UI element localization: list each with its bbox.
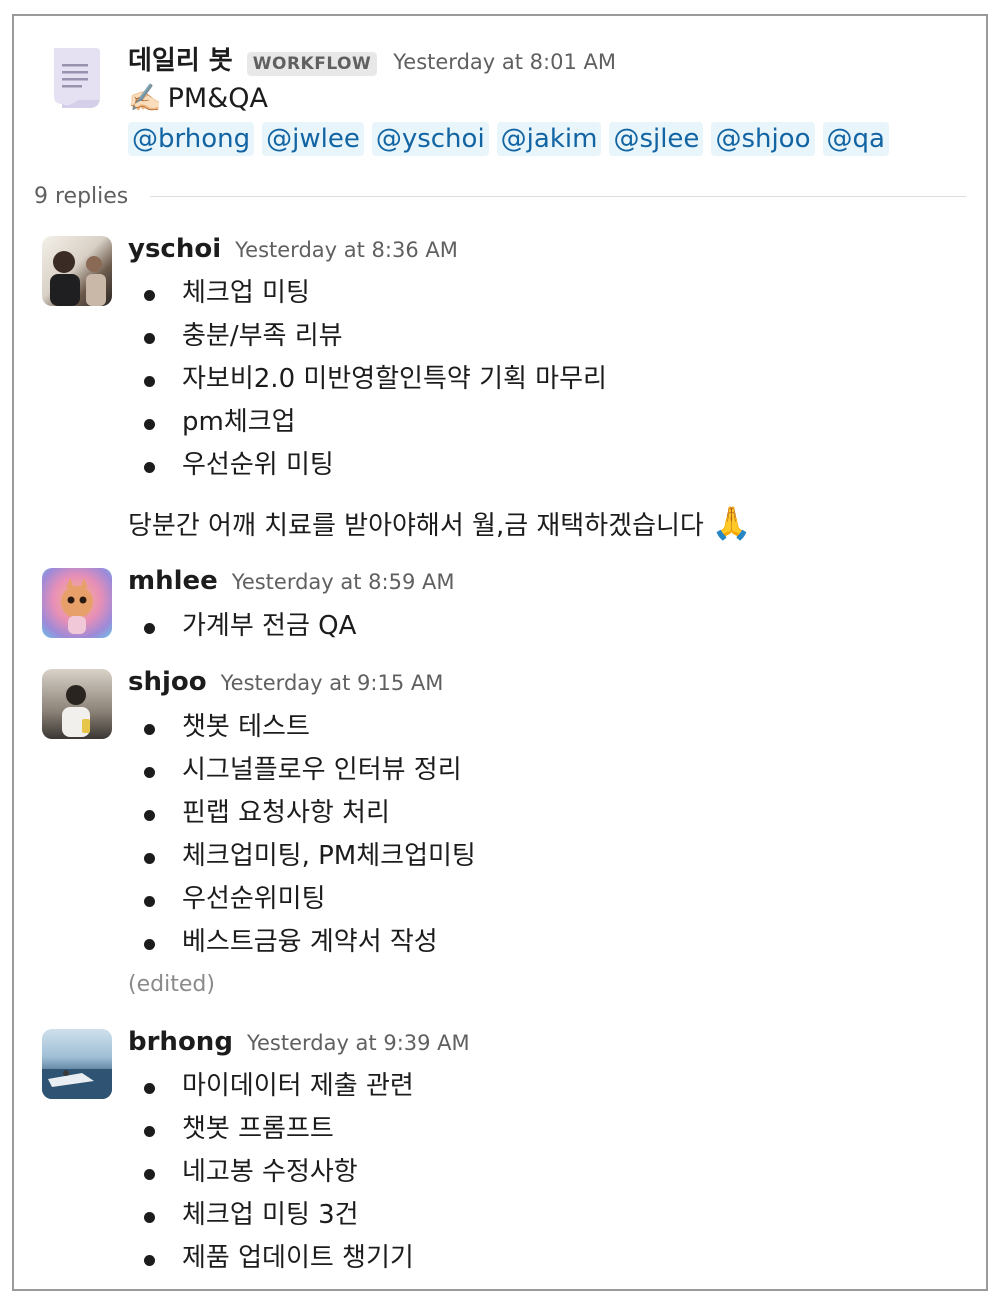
list-item: 핀랩 요청사항 처리 <box>128 792 476 835</box>
list-item: 우선순위 미팅 <box>128 444 607 487</box>
title-text: PM&QA <box>167 82 268 114</box>
list-item: pm체크업 <box>128 401 607 444</box>
list-item: 시그널플로우 인터뷰 정리 <box>128 749 476 792</box>
timestamp[interactable]: Yesterday at 8:59 AM <box>232 570 455 594</box>
mention-qa[interactable]: @qa <box>822 122 889 156</box>
document-icon <box>48 44 104 110</box>
task-list: 마이데이터 제출 관련 챗봇 프롬프트 네고봉 수정사항 체크업 미팅 3건 제… <box>128 1065 414 1280</box>
replies-divider: 9 replies <box>34 184 966 209</box>
list-item: 우선순위미팅 <box>128 878 476 921</box>
writing-hand-icon: ✍🏻 <box>128 83 162 114</box>
avatar[interactable] <box>42 236 112 306</box>
timestamp[interactable]: Yesterday at 8:36 AM <box>235 238 458 262</box>
mention-brhong[interactable]: @brhong <box>128 122 255 156</box>
divider-line <box>150 196 966 197</box>
task-list: 챗봇 테스트 시그널플로우 인터뷰 정리 핀랩 요청사항 처리 체크업미팅, P… <box>128 706 476 964</box>
list-item: 제품 업데이트 챙기기 <box>128 1237 414 1280</box>
avatar[interactable] <box>42 669 112 739</box>
mention-sjlee[interactable]: @sjlee <box>609 122 704 156</box>
mention-jwlee[interactable]: @jwlee <box>262 122 364 156</box>
mention-yschoi[interactable]: @yschoi <box>371 122 489 156</box>
mention-jakim[interactable]: @jakim <box>496 122 602 156</box>
list-item: 네고봉 수정사항 <box>128 1151 414 1194</box>
user-name[interactable]: brhong <box>128 1027 233 1057</box>
list-item: 자보비2.0 미반영할인특약 기획 마무리 <box>128 358 607 401</box>
timestamp[interactable]: Yesterday at 9:15 AM <box>221 671 444 695</box>
list-item: 챗봇 테스트 <box>128 706 476 749</box>
timestamp[interactable]: Yesterday at 8:01 AM <box>393 50 616 74</box>
list-item: 베스트금융 계약서 작성 <box>128 921 476 964</box>
replies-count: 9 replies <box>34 184 129 209</box>
mention-list: @brhong @jwlee @yschoi @jakim @sjlee @sh… <box>128 122 897 156</box>
edited-label: (edited) <box>128 972 215 997</box>
message-header: yschoi Yesterday at 8:36 AM <box>128 234 458 264</box>
user-name[interactable]: yschoi <box>128 234 221 264</box>
avatar[interactable] <box>42 568 112 638</box>
list-item: 체크업 미팅 <box>128 272 607 315</box>
message-header: brhong Yesterday at 9:39 AM <box>128 1027 470 1057</box>
bot-name[interactable]: 데일리 봇 <box>128 40 233 77</box>
message-header: mhlee Yesterday at 8:59 AM <box>128 566 455 596</box>
mention-shjoo[interactable]: @shjoo <box>711 122 815 156</box>
list-item: 체크업 미팅 3건 <box>128 1194 414 1237</box>
timestamp[interactable]: Yesterday at 9:39 AM <box>247 1031 470 1055</box>
avatar[interactable] <box>42 1029 112 1099</box>
user-name[interactable]: mhlee <box>128 566 218 596</box>
message-header: shjoo Yesterday at 9:15 AM <box>128 667 443 697</box>
list-item: 가계부 전금 QA <box>128 605 356 648</box>
list-item: 마이데이터 제출 관련 <box>128 1065 414 1108</box>
folded-hands-icon: 🙏 <box>711 504 752 542</box>
task-list: 체크업 미팅 충분/부족 리뷰 자보비2.0 미반영할인특약 기획 마무리 pm… <box>128 272 607 487</box>
task-list: 가계부 전금 QA <box>128 605 356 648</box>
workflow-badge: WORKFLOW <box>246 52 378 76</box>
message-note: 당분간 어깨 치료를 받아야해서 월,금 재택하겠습니다 🙏 <box>128 504 752 542</box>
message-title: ✍🏻 PM&QA <box>128 82 268 115</box>
list-item: 챗봇 프롬프트 <box>128 1108 414 1151</box>
list-item: 체크업미팅, PM체크업미팅 <box>128 835 476 878</box>
note-text: 당분간 어깨 치료를 받아야해서 월,금 재택하겠습니다 <box>128 510 704 541</box>
parent-header: 데일리 봇 WORKFLOW Yesterday at 8:01 AM <box>128 40 616 77</box>
list-item: 충분/부족 리뷰 <box>128 315 607 358</box>
thread-panel: 데일리 봇 WORKFLOW Yesterday at 8:01 AM ✍🏻 P… <box>12 14 988 1291</box>
user-name[interactable]: shjoo <box>128 667 207 697</box>
